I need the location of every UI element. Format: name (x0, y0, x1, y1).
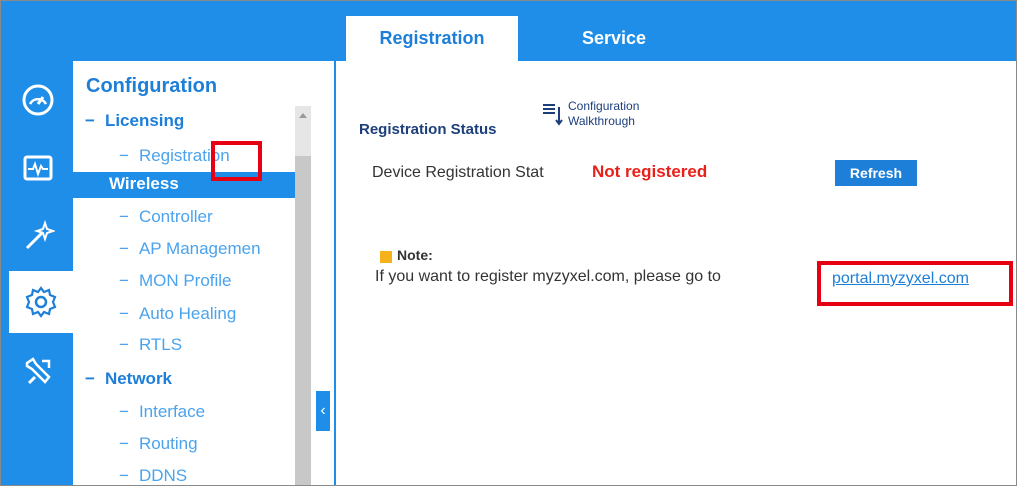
tree-dash: − (119, 146, 129, 165)
tree-dash: − (85, 111, 95, 130)
refresh-button[interactable]: Refresh (835, 160, 917, 186)
note-label: Note: (397, 247, 433, 263)
collapse-panel-button[interactable]: ‹ (316, 391, 330, 431)
tree-label-routing: Routing (138, 434, 198, 453)
highlight-box-registration (211, 141, 262, 181)
tree-item-interface[interactable]: − Interface (119, 402, 205, 422)
scroll-up-arrow-icon[interactable] (299, 113, 307, 118)
monitor-icon[interactable] (9, 137, 67, 199)
maintenance-icon[interactable] (9, 341, 67, 403)
tree-label-ddns: DDNS (138, 466, 188, 485)
note-text: If you want to register myzyxel.com, ple… (375, 268, 721, 285)
tree-item-auto-healing[interactable]: − Auto Healing (119, 304, 236, 324)
configuration-walkthrough-link[interactable]: Configuration Walkthrough (568, 99, 639, 129)
tab-service[interactable]: Service (529, 16, 699, 61)
tree-dash: − (85, 369, 95, 388)
tree-label-licensing: Licensing (104, 111, 185, 130)
tree-title: Configuration (86, 75, 218, 97)
tree-dash: − (119, 304, 129, 323)
top-bar: Registration Service (1, 1, 1016, 61)
highlight-box-portal-link (817, 261, 1013, 306)
device-registration-status: Not registered (592, 162, 708, 181)
tree-dash: − (119, 271, 129, 290)
tree-dash: − (119, 434, 129, 453)
tree-item-ddns[interactable]: − DDNS (119, 466, 188, 485)
tree-label-auto-healing: Auto Healing (138, 304, 237, 323)
walkthrough-icon[interactable] (541, 99, 563, 127)
tree-item-controller[interactable]: − Controller (119, 207, 213, 227)
navigation-tree: Configuration − Licensing − Registration W… (73, 61, 311, 485)
tree-label-mon-profile: MON Profile (138, 271, 232, 290)
tree-dash: − (119, 466, 129, 485)
dashboard-icon[interactable] (9, 69, 67, 131)
section-title: Registration Status (359, 121, 497, 138)
tree-dash: − (119, 402, 129, 421)
tree-label-ap-management: AP Managemen (138, 239, 261, 258)
tree-label-network: Network (104, 369, 173, 388)
walkthrough-line1: Configuration (568, 99, 640, 113)
tree-item-rtls[interactable]: − RTLS (119, 335, 182, 355)
tree-item-network[interactable]: − Network (85, 369, 172, 389)
tree-dash: − (119, 335, 129, 354)
tree-label-rtls: RTLS (138, 335, 183, 354)
tree-item-ap-management[interactable]: − AP Managemen (119, 239, 261, 259)
icon-rail (1, 61, 73, 485)
chevron-left-icon: ‹ (320, 402, 326, 419)
gear-icon[interactable] (9, 271, 73, 333)
tree-item-routing[interactable]: − Routing (119, 434, 198, 454)
tree-dash: − (119, 207, 129, 226)
app-window: Registration Service Configuration − Lice… (0, 0, 1017, 486)
tree-dash: − (119, 239, 129, 258)
walkthrough-line2: Walkthrough (568, 114, 635, 128)
tab-registration[interactable]: Registration (346, 16, 518, 61)
tree-item-mon-profile[interactable]: − MON Profile (119, 271, 232, 291)
tree-label-interface: Interface (138, 402, 206, 421)
tree-label-wireless: Wireless (109, 174, 179, 193)
wizard-icon[interactable] (9, 205, 67, 267)
tree-label-controller: Controller (138, 207, 213, 226)
device-registration-label: Device Registration Stat (372, 164, 544, 181)
tree-item-licensing[interactable]: − Licensing (85, 111, 184, 131)
note-icon (380, 251, 392, 263)
tree-scrollbar-thumb[interactable] (295, 156, 311, 485)
